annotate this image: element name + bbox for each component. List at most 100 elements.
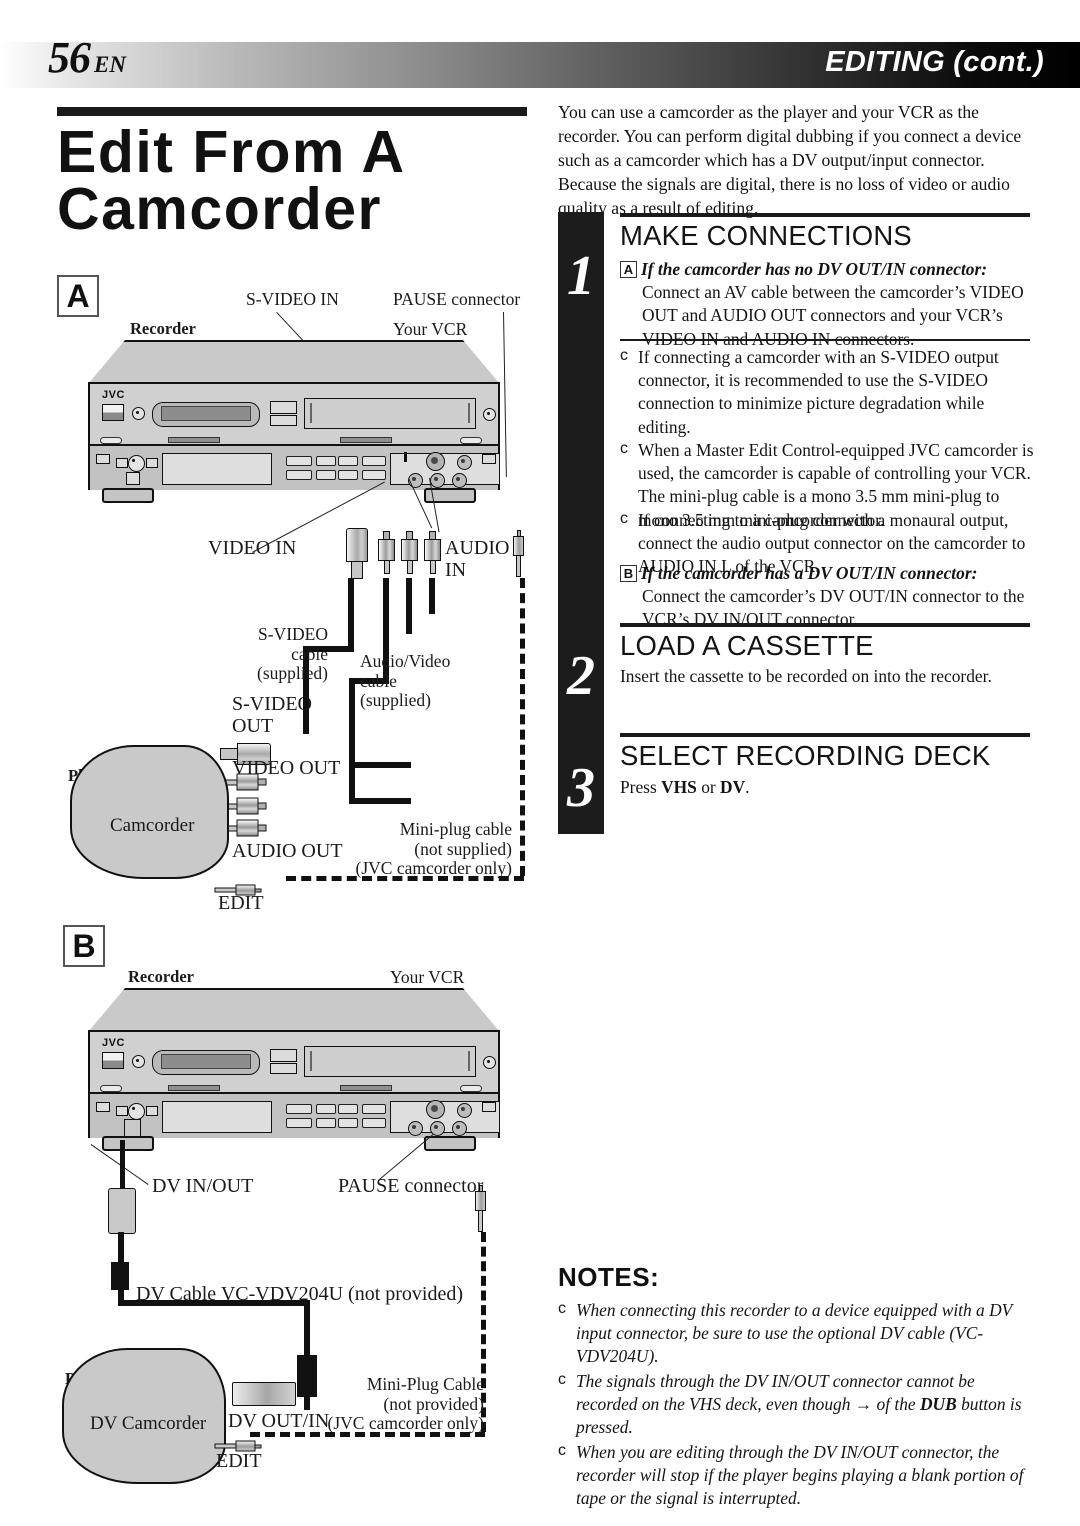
sub-a-heading: If the camcorder has no DV OUT/IN connec… <box>641 259 988 279</box>
jog-left <box>116 458 128 468</box>
button-down <box>362 470 386 480</box>
step-3-body-mid: or <box>696 777 721 797</box>
cable-av-audio-l <box>406 578 412 634</box>
label-dv-cable: DV Cable VC-VDV204U (not provided) <box>136 1283 464 1305</box>
camcorder-shape-a <box>70 745 229 879</box>
vcr-foot-right-b <box>424 1136 476 1151</box>
record-button <box>126 472 140 485</box>
dv-arrow-stem <box>120 1140 125 1188</box>
jog-right-b <box>146 1106 158 1116</box>
note-bullet-3: c <box>558 1442 566 1459</box>
label-your-vcr-b: Your VCR <box>390 967 465 987</box>
button-ff <box>338 456 358 466</box>
s-video-out-line1: S-VIDEO <box>232 693 312 715</box>
label-s-video-out: S-VIDEO OUT <box>232 693 312 738</box>
vcr-front-panel-b: JVC <box>88 1030 500 1138</box>
mini-plug-a-top <box>513 530 524 578</box>
step-1-bullet-1: If connecting a camcorder with an S-VIDE… <box>638 347 999 437</box>
rca-plug-audio-r <box>424 531 441 575</box>
s-video-out-line2: OUT <box>232 715 274 738</box>
label-recorder-b: Recorder <box>128 967 194 986</box>
label-pause-connector-a: PAUSE connector <box>393 289 521 309</box>
step-1-title: MAKE CONNECTIONS <box>620 220 912 251</box>
vcr-top-cover <box>88 340 500 384</box>
button-ff-b <box>338 1104 358 1114</box>
label-your-vcr-a: Your VCR <box>393 319 468 339</box>
sub-badge-a: A <box>620 261 637 278</box>
jog-dial <box>128 455 145 472</box>
page-title: Edit From A Camcorder <box>57 123 527 239</box>
button-down-b <box>362 1118 386 1128</box>
s-video-in-jack <box>426 452 445 471</box>
bullet-glyph-3: c <box>620 510 628 527</box>
label-edit-a: EDIT <box>218 892 264 914</box>
button-up-b <box>362 1104 386 1114</box>
bullet-glyph-2: c <box>620 440 628 457</box>
audio-in-r-jack-b <box>452 1121 467 1136</box>
step-2-top-rule <box>620 623 1030 627</box>
button-a1 <box>286 456 312 466</box>
step-1-sub-b: B If the camcorder has a DV OUT/IN connec… <box>620 562 1030 632</box>
label-recorder-a: Recorder <box>130 319 196 338</box>
camcorder-rca-audio-l-out <box>223 797 267 815</box>
rca-plug-audio-l <box>401 531 418 575</box>
mini-plug-a-line2: (not supplied) <box>414 838 512 859</box>
s-video-cable-line3: (supplied) <box>257 663 328 684</box>
camcorder-rca-audio-r-out <box>223 819 267 837</box>
note-2-dub: DUB <box>920 1394 957 1415</box>
mini-plug-a-line3: (JVC camcorder only) <box>355 858 512 879</box>
vcr-pill-left <box>100 437 122 444</box>
vcr-upper-deck: JVC <box>90 384 498 446</box>
mini-plug-b-line2: (not provided) <box>383 1393 484 1414</box>
label-mini-plug-cable-b: Mini-Plug Cable (not provided) (JVC camc… <box>316 1374 484 1434</box>
vcr-strip-right <box>340 437 392 443</box>
step-number-3: 3 <box>567 757 595 819</box>
deck-select-button-top-b <box>270 1049 297 1062</box>
s-video-in-jack-b <box>426 1100 445 1119</box>
power-indicator <box>132 407 145 420</box>
deck-select-button-bottom-b <box>270 1063 297 1074</box>
av-cable-line1: Audio/Video <box>360 651 451 671</box>
dv-ferrite-top <box>111 1262 129 1290</box>
audio-in-r-jack <box>452 473 467 488</box>
note-bullet-2: c <box>558 1371 566 1388</box>
step-3-title: SELECT RECORDING DECK <box>620 740 991 771</box>
label-av-cable: Audio/Video cable (supplied) <box>360 651 500 711</box>
section-badge-b: B <box>63 925 105 967</box>
intro-paragraph: You can use a camcorder as the player an… <box>558 102 1022 219</box>
step-3-top-rule <box>620 733 1030 737</box>
label-dv-in-out: DV IN/OUT <box>152 1175 254 1197</box>
jvc-logo: JVC <box>102 389 125 401</box>
label-edit-b: EDIT <box>216 1450 262 1472</box>
vcr-strip-left-b <box>168 1085 220 1091</box>
page-title-line1: Edit From A <box>57 119 406 185</box>
step-1-top-rule <box>620 213 1030 217</box>
vcr-lower-deck <box>90 437 500 490</box>
label-dv-camcorder: DV Camcorder <box>90 1413 207 1434</box>
label-audio-in: AUDIO IN <box>445 537 509 582</box>
step-3-body-pre: Press <box>620 777 662 797</box>
label-camcorder-a: Camcorder <box>110 815 195 836</box>
page-title-line2: Camcorder <box>57 176 383 243</box>
mini-plug-a-line1: Mini-plug cable <box>399 819 512 839</box>
vcr-side-tab-right-b <box>482 1102 496 1112</box>
sub-badge-b: B <box>620 565 637 582</box>
step-1-mid-rule <box>620 339 1030 341</box>
label-audio-in-line2: IN <box>445 559 467 582</box>
key-vhs: VHS <box>661 777 697 797</box>
title-rule <box>57 107 527 116</box>
dv-cassette-slot <box>304 398 476 429</box>
cable-s-video-vertical <box>348 578 354 652</box>
power-switch-b <box>102 1052 124 1069</box>
deck-select-button-bottom <box>270 415 297 426</box>
video-in-jack-b <box>408 1121 423 1136</box>
vcr-foot-left-b <box>102 1136 154 1151</box>
button-a2 <box>286 470 312 480</box>
cable-av-bundle <box>349 678 355 800</box>
s-video-cable-line2: cable <box>291 643 328 664</box>
label-pause-connector-b: PAUSE connector <box>338 1175 484 1197</box>
jog-right <box>146 458 158 468</box>
display-left <box>162 453 272 485</box>
leader-pause-a <box>503 312 507 477</box>
label-audio-out: AUDIO OUT <box>232 840 343 862</box>
